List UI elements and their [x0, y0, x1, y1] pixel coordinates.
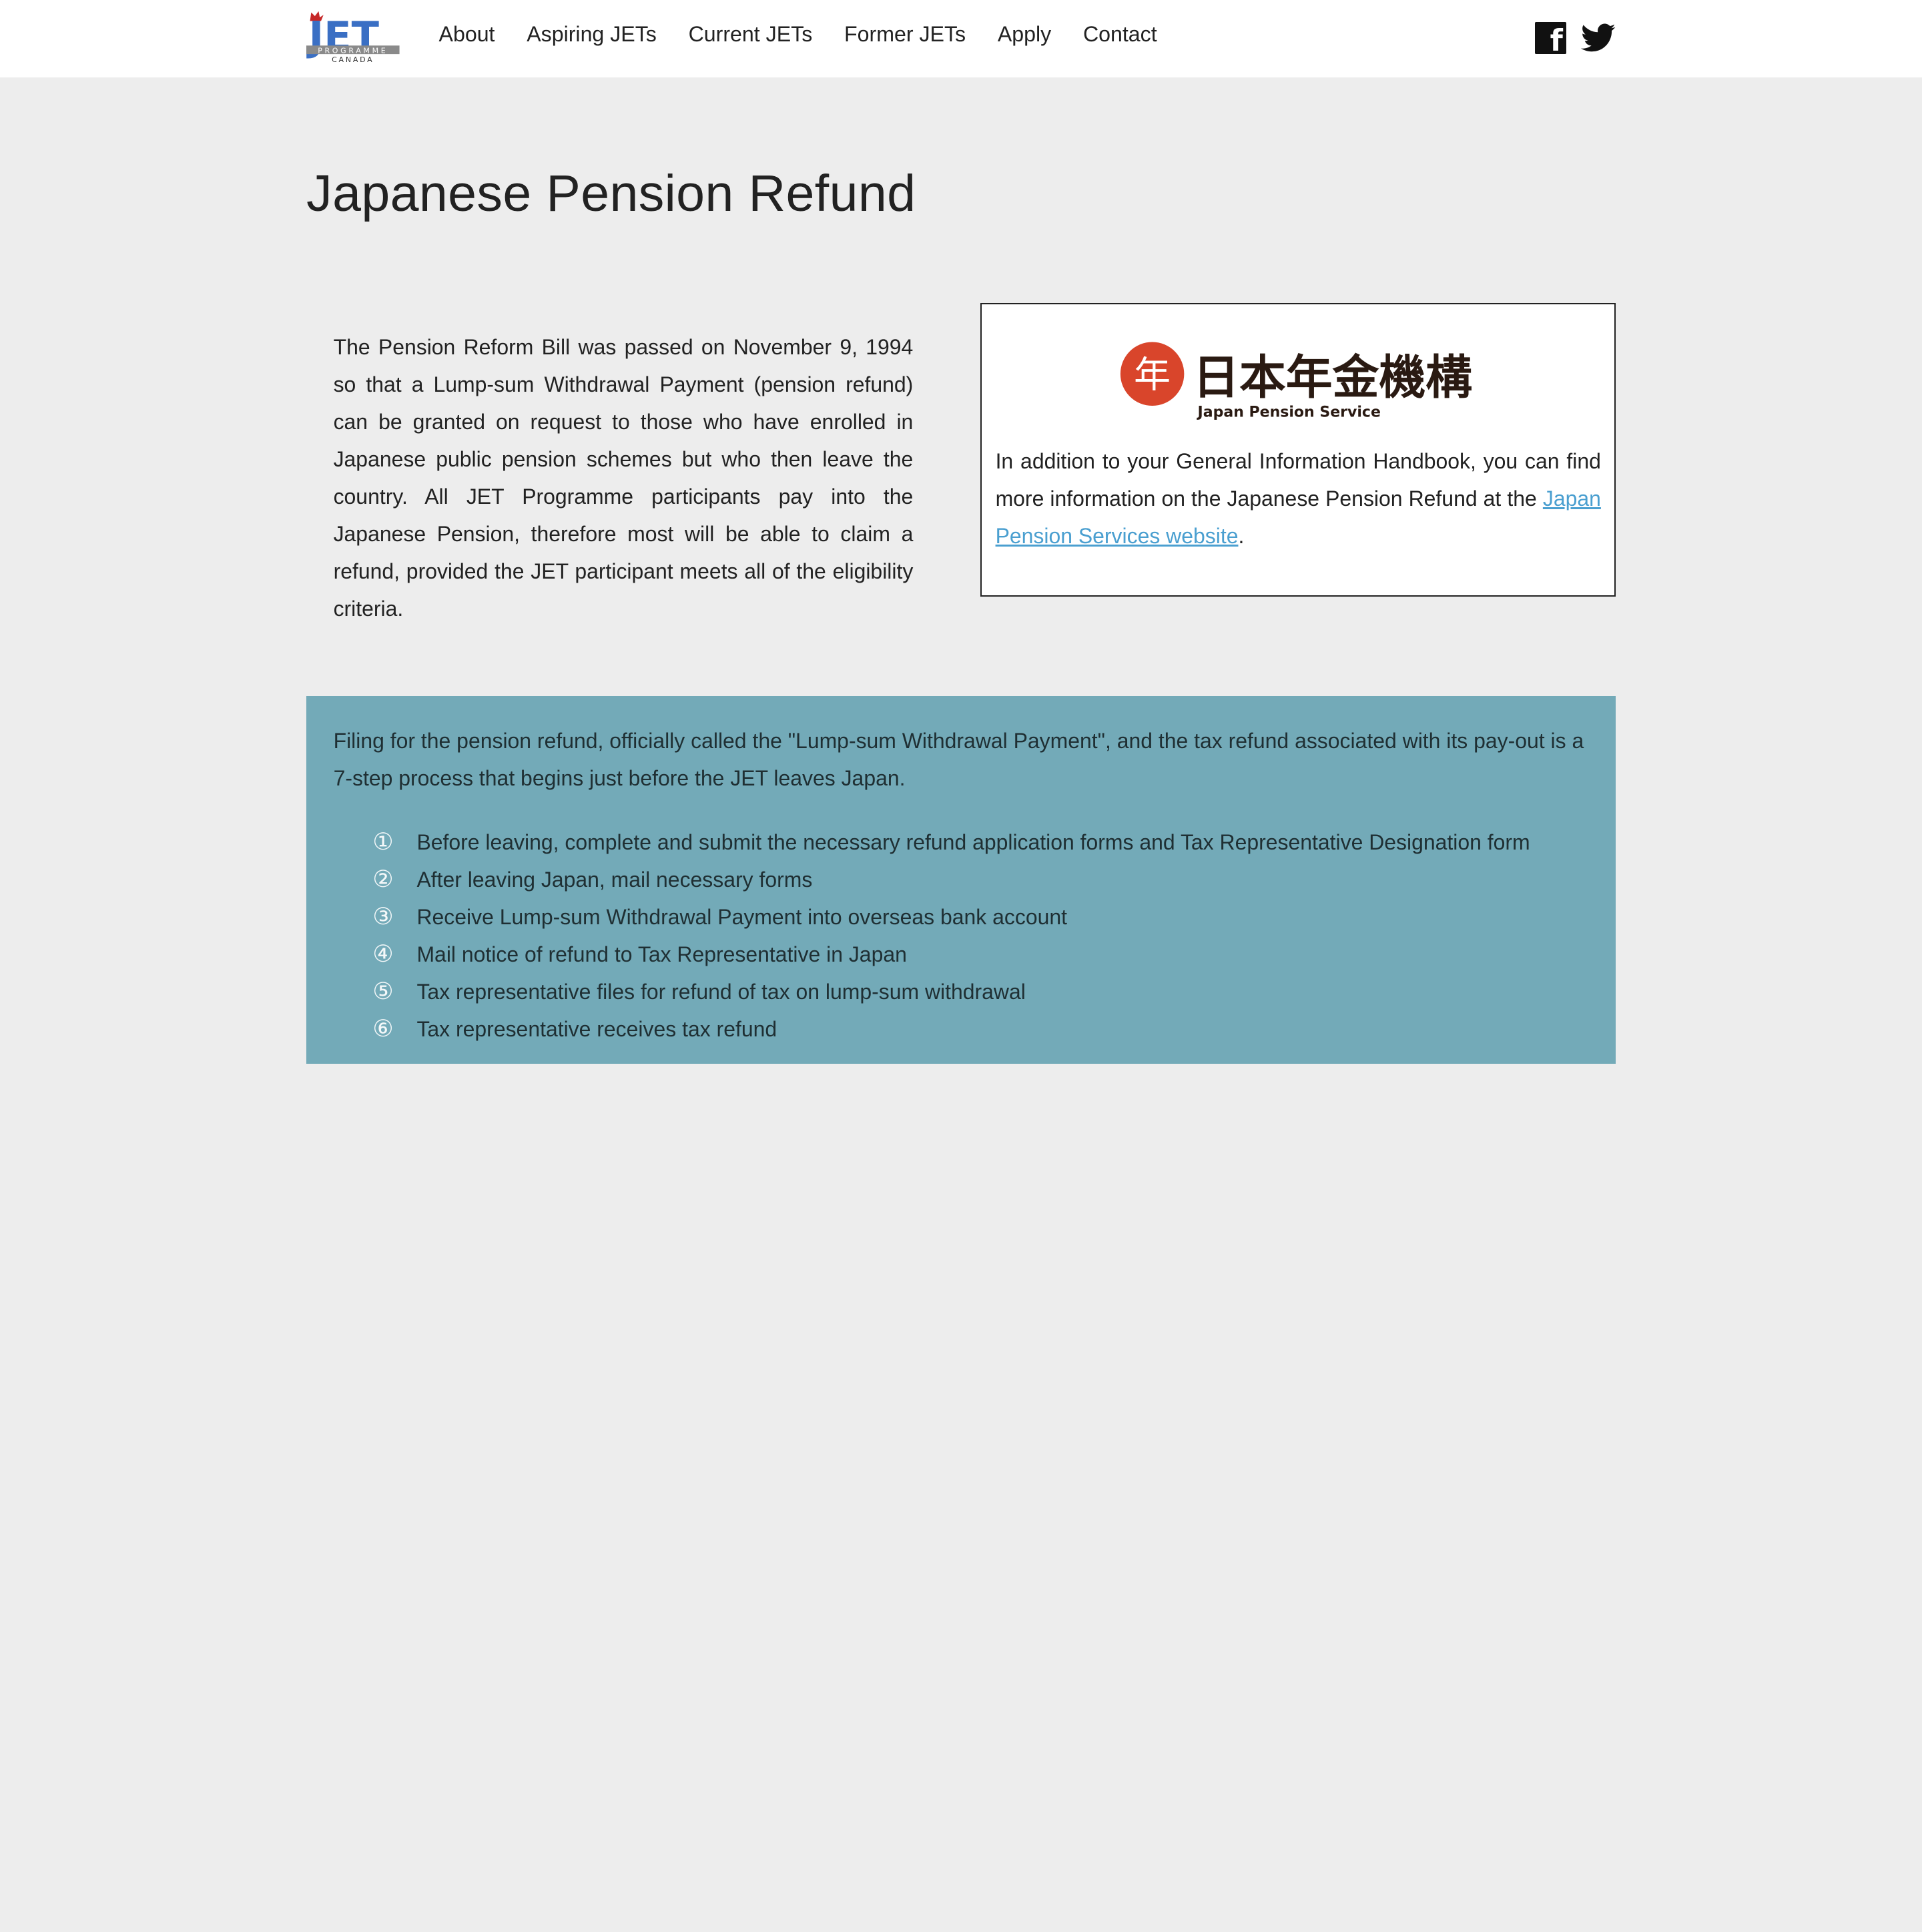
step-item: ⑤ Tax representative files for refund of… [372, 973, 1530, 1010]
main-nav: About Aspiring JETs Current JETs Former … [439, 22, 1157, 47]
step-number: ⑤ [372, 978, 394, 1006]
steps-panel: Filing for the pension refund, officiall… [306, 696, 1616, 1064]
step-item: ④ Mail notice of refund to Tax Represent… [372, 936, 1530, 973]
intro-paragraph: The Pension Reform Bill was passed on No… [333, 335, 914, 621]
steps-list: ① Before leaving, complete and submit th… [372, 824, 1530, 1048]
jet-programme-logo[interactable]: JET PROGRAMME CANADA [306, 10, 402, 64]
jet-logo-graphic: JET PROGRAMME CANADA [306, 11, 400, 64]
step-text: Mail notice of refund to Tax Representat… [416, 942, 907, 966]
step-item: ⑥ Tax representative receives tax refund [372, 1010, 1530, 1048]
nav-apply[interactable]: Apply [998, 22, 1051, 47]
logo-seal-glyph: 年 [1134, 354, 1171, 396]
page-title: Japanese Pension Refund [306, 165, 916, 223]
info-text-end: . [1238, 524, 1245, 549]
info-text-body: In addition to your General Information … [995, 449, 1601, 511]
step-item: ① Before leaving, complete and submit th… [372, 824, 1530, 861]
facebook-icon[interactable]: f [1534, 22, 1567, 56]
logo-kanji: 日本年金機構 [1193, 351, 1472, 405]
nav-contact[interactable]: Contact [1083, 22, 1157, 47]
steps-intro: Filing for the pension refund, officiall… [333, 728, 1584, 790]
step-text: Before leaving, complete and submit the … [416, 830, 1530, 854]
info-box: 年 日本年金機構 Japan Pension Service In additi… [980, 302, 1616, 597]
nav-aspiring-jets[interactable]: Aspiring JETs [527, 22, 657, 47]
social-links: f [1534, 22, 1616, 56]
twitter-icon[interactable] [1581, 22, 1616, 54]
step-number: ② [372, 866, 394, 894]
logo-country: CANADA [332, 55, 374, 64]
step-item: ③ Receive Lump-sum Withdrawal Payment in… [372, 898, 1530, 936]
japan-pension-service-logo: 年 日本年金機構 Japan Pension Service [1120, 342, 1472, 421]
logo-subtext: PROGRAMME [318, 46, 388, 55]
nav-about[interactable]: About [439, 22, 495, 47]
step-number: ⑥ [372, 1016, 394, 1043]
info-text: In addition to your General Information … [996, 442, 1601, 555]
step-text: After leaving Japan, mail necessary form… [416, 867, 813, 892]
step-text: Tax representative files for refund of t… [416, 979, 1026, 1004]
logo-english: Japan Pension Service [1197, 404, 1381, 421]
step-item: ② After leaving Japan, mail necessary fo… [372, 861, 1530, 898]
navbar: JET PROGRAMME CANADA About Aspiring JETs… [0, 0, 1922, 77]
step-number: ④ [372, 941, 394, 968]
step-text: Receive Lump-sum Withdrawal Payment into… [416, 904, 1067, 929]
step-text: Tax representative receives tax refund [416, 1016, 777, 1041]
step-number: ① [372, 829, 394, 856]
nav-current-jets[interactable]: Current JETs [689, 22, 813, 47]
step-number: ③ [372, 904, 394, 931]
nav-former-jets[interactable]: Former JETs [844, 22, 966, 47]
